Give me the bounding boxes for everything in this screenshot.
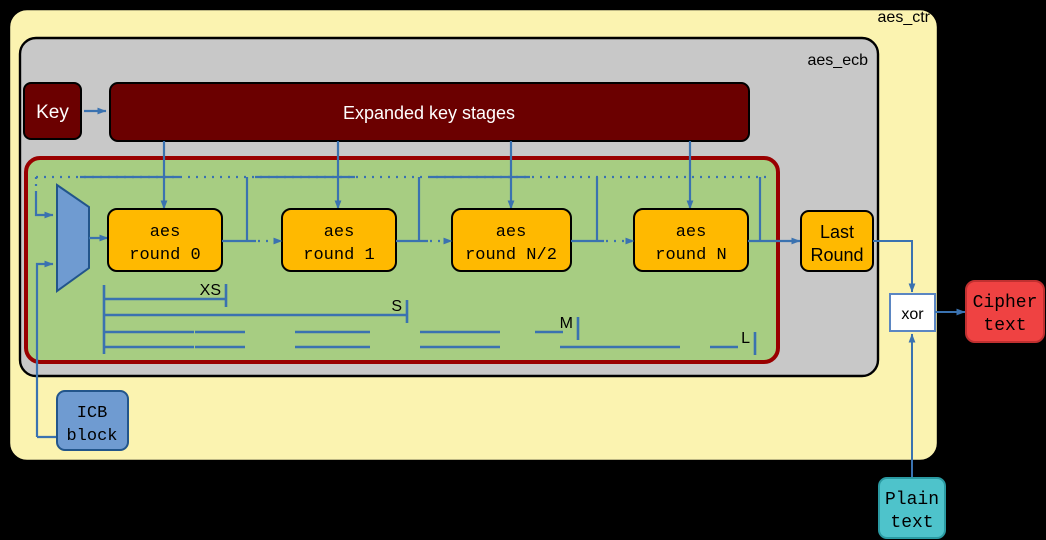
expanded-key-label: Expanded key stages	[343, 103, 515, 123]
key-box-label: Key	[36, 102, 69, 123]
bracket-m-label: M	[560, 315, 573, 332]
xor-box: xor	[889, 293, 936, 332]
cipher-text-line2: text	[983, 316, 1026, 336]
round-0-line1: aes	[150, 223, 181, 242]
round-n-line2: round N	[655, 246, 726, 265]
aes-round-0: aes round 0	[107, 208, 223, 272]
plain-text-line2: text	[890, 513, 933, 533]
xor-label: xor	[901, 306, 924, 323]
aes-round-n-half: aes round N/2	[451, 208, 572, 272]
round-n2-line2: round N/2	[465, 246, 557, 265]
round-n2-line1: aes	[496, 223, 527, 242]
bracket-s-label: S	[391, 298, 402, 315]
round-1-line2: round 1	[303, 246, 374, 265]
key-box: Key	[23, 82, 82, 140]
diagram-canvas: aes_ctr aes_ecb Key Expanded key stages	[0, 0, 1046, 540]
round-1-line1: aes	[324, 223, 355, 242]
icb-block-line2: block	[66, 427, 117, 446]
aes-ctr-architecture-diagram: aes_ctr aes_ecb Key Expanded key stages	[7, 7, 1045, 539]
aes-round-1: aes round 1	[281, 208, 397, 272]
bracket-xs-label: XS	[200, 282, 221, 299]
last-round-line2: Round	[810, 245, 863, 265]
bracket-l-label: L	[741, 330, 750, 347]
aes-ctr-label: aes_ctr	[878, 9, 931, 26]
plain-text-box: Plain text	[878, 477, 946, 539]
last-round-box: Last Round	[800, 210, 874, 272]
round-0-line2: round 0	[129, 246, 200, 265]
expanded-key-stages-box: Expanded key stages	[109, 82, 750, 142]
aes-round-n: aes round N	[633, 208, 749, 272]
round-n-line1: aes	[676, 223, 707, 242]
icb-block-line1: ICB	[77, 404, 108, 423]
aes-ecb-label: aes_ecb	[808, 52, 869, 69]
cipher-text-box: Cipher text	[965, 280, 1045, 343]
plain-text-line1: Plain	[885, 490, 939, 510]
icb-block-box: ICB block	[56, 390, 129, 451]
last-round-line1: Last	[820, 222, 854, 242]
cipher-text-line1: Cipher	[973, 293, 1038, 313]
